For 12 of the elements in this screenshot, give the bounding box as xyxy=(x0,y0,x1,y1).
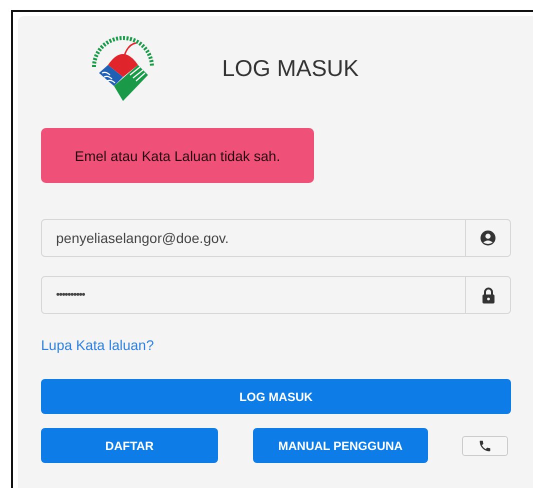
login-button[interactable]: LOG MASUK xyxy=(41,379,511,414)
error-alert: Emel atau Kata Laluan tidak sah. xyxy=(41,128,314,183)
lock-icon xyxy=(482,286,494,304)
register-button[interactable]: DAFTAR xyxy=(41,428,218,463)
page-title: LOG MASUK xyxy=(222,54,359,82)
phone-button[interactable] xyxy=(462,436,508,456)
phone-icon xyxy=(478,438,492,452)
user-icon xyxy=(480,230,496,246)
forgot-password-link[interactable]: Lupa Kata laluan? xyxy=(41,337,154,353)
email-field[interactable]: penyeliaselangor@doe.gov. xyxy=(41,219,466,257)
manual-button[interactable]: MANUAL PENGGUNA xyxy=(253,428,428,463)
password-field[interactable]: •••••••••• xyxy=(41,276,466,314)
